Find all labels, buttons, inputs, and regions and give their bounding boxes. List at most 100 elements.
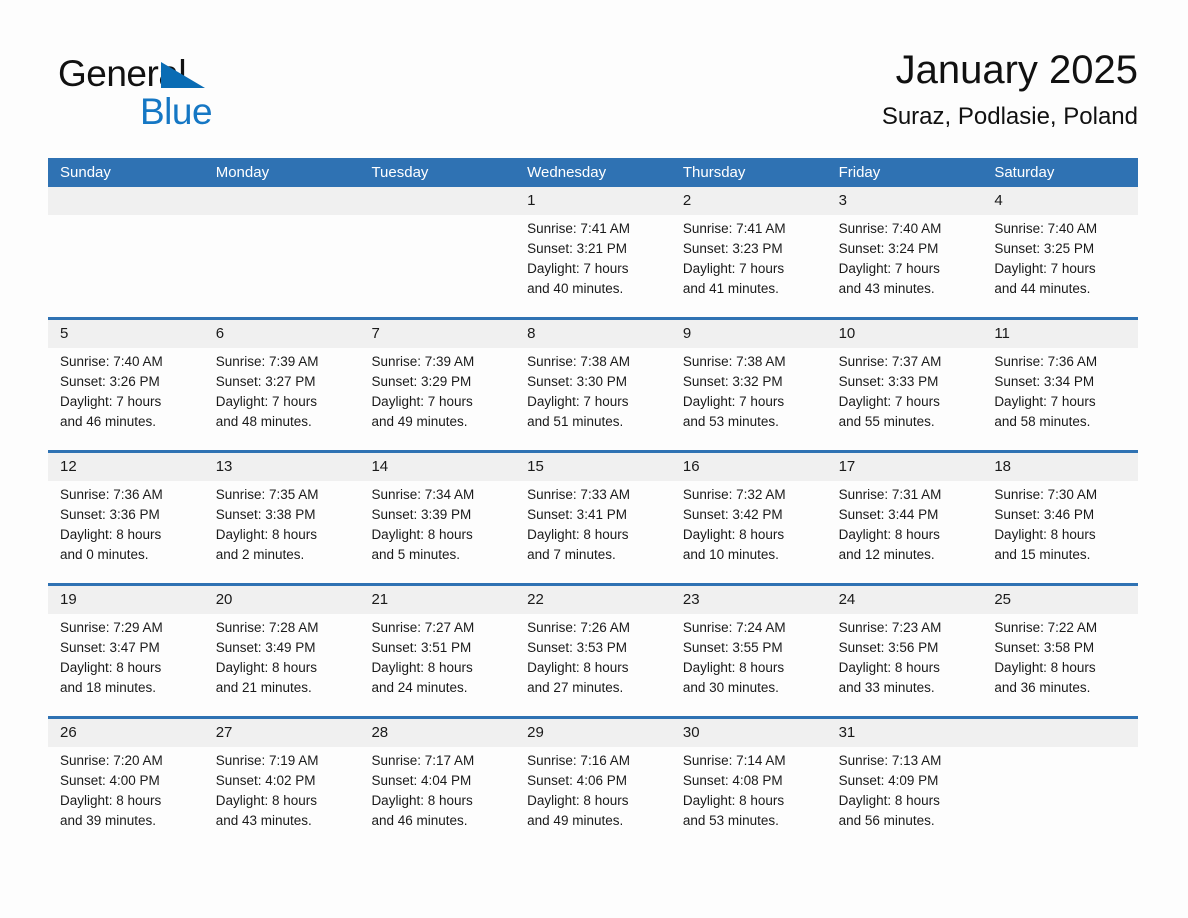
daylight-text-line2: and 53 minutes. — [682, 414, 779, 429]
week-detail-band: Sunrise: 7:29 AM Sunset: 3:47 PM Daylight:… — [48, 614, 1138, 708]
day-number[interactable]: 19 — [48, 586, 204, 614]
day-cell[interactable]: Sunrise: 7:36 AM Sunset: 3:34 PM Daylight:… — [982, 348, 1138, 442]
day-cell[interactable]: Sunrise: 7:40 AM Sunset: 3:26 PM Daylight:… — [48, 348, 204, 442]
day-cell[interactable]: Sunrise: 7:30 AM Sunset: 3:46 PM Daylight:… — [982, 481, 1138, 575]
day-number[interactable]: 31 — [827, 719, 983, 747]
day-number[interactable]: 5 — [48, 320, 204, 348]
day-cell[interactable]: Sunrise: 7:40 AM Sunset: 3:25 PM Daylight:… — [982, 215, 1138, 309]
day-number[interactable]: 12 — [48, 453, 204, 481]
day-number[interactable]: 24 — [827, 586, 983, 614]
daylight-text-line1: Daylight: 7 hours — [838, 261, 940, 276]
daylight-text-line2: and 49 minutes. — [371, 414, 468, 429]
sunrise-text: Sunrise: 7:40 AM — [994, 221, 1098, 236]
sunrise-text: Sunrise: 7:38 AM — [682, 354, 786, 369]
day-cell[interactable]: Sunrise: 7:22 AM Sunset: 3:58 PM Daylight:… — [982, 614, 1138, 708]
weekday-header-friday: Friday — [838, 164, 881, 181]
day-number[interactable]: 21 — [359, 586, 515, 614]
sunset-text: Sunset: 3:41 PM — [527, 507, 627, 522]
day-cell[interactable]: Sunrise: 7:19 AM Sunset: 4:02 PM Daylight:… — [204, 747, 360, 841]
daylight-text-line1: Daylight: 8 hours — [371, 527, 473, 542]
day-number[interactable]: 20 — [204, 586, 360, 614]
day-number[interactable]: 11 — [982, 320, 1138, 348]
day-number[interactable]: 29 — [515, 719, 671, 747]
week-detail-band: Sunrise: 7:40 AM Sunset: 3:26 PM Daylight:… — [48, 348, 1138, 442]
day-number[interactable]: 8 — [515, 320, 671, 348]
day-cell[interactable]: Sunrise: 7:36 AM Sunset: 3:36 PM Daylight:… — [48, 481, 204, 575]
daylight-text-line1: Daylight: 7 hours — [994, 394, 1096, 409]
day-number[interactable]: 27 — [204, 719, 360, 747]
day-number-empty — [982, 719, 1138, 747]
daylight-text-line2: and 12 minutes. — [838, 547, 935, 562]
day-number[interactable]: 16 — [671, 453, 827, 481]
day-cell[interactable]: Sunrise: 7:13 AM Sunset: 4:09 PM Daylight:… — [827, 747, 983, 841]
daylight-text-line1: Daylight: 8 hours — [215, 527, 318, 542]
day-cell[interactable]: Sunrise: 7:37 AM Sunset: 3:33 PM Daylight:… — [827, 348, 983, 442]
day-number[interactable]: 18 — [982, 453, 1138, 481]
day-cell[interactable]: Sunrise: 7:31 AM Sunset: 3:44 PM Daylight:… — [827, 481, 983, 575]
day-cell-empty — [204, 215, 360, 309]
daylight-text-line1: Daylight: 8 hours — [527, 793, 629, 808]
sunset-text: Sunset: 3:38 PM — [215, 507, 316, 522]
day-number[interactable]: 1 — [515, 187, 671, 215]
day-cell[interactable]: Sunrise: 7:41 AM Sunset: 3:23 PM Daylight:… — [671, 215, 827, 309]
day-number[interactable]: 26 — [48, 719, 204, 747]
sunrise-text: Sunrise: 7:23 AM — [838, 620, 942, 635]
daylight-text-line1: Daylight: 7 hours — [527, 261, 629, 276]
day-cell[interactable]: Sunrise: 7:39 AM Sunset: 3:29 PM Daylight:… — [359, 348, 515, 442]
daylight-text-line1: Daylight: 8 hours — [371, 793, 473, 808]
sunset-text: Sunset: 3:32 PM — [682, 374, 783, 389]
day-number[interactable]: 13 — [204, 453, 360, 481]
week-date-band: 12 13 14 15 16 17 18 — [48, 453, 1138, 481]
day-cell[interactable]: Sunrise: 7:41 AM Sunset: 3:21 PM Daylight:… — [515, 215, 671, 309]
day-cell[interactable]: Sunrise: 7:14 AM Sunset: 4:08 PM Daylight:… — [671, 747, 827, 841]
day-cell[interactable]: Sunrise: 7:40 AM Sunset: 3:24 PM Daylight:… — [827, 215, 983, 309]
sunrise-text: Sunrise: 7:37 AM — [838, 354, 942, 369]
day-cell[interactable]: Sunrise: 7:28 AM Sunset: 3:49 PM Daylight:… — [204, 614, 360, 708]
day-cell[interactable]: Sunrise: 7:34 AM Sunset: 3:39 PM Daylight:… — [359, 481, 515, 575]
day-cell[interactable]: Sunrise: 7:27 AM Sunset: 3:51 PM Daylight:… — [359, 614, 515, 708]
day-number[interactable]: 9 — [671, 320, 827, 348]
calendar-table: Sunday Monday Tuesday Wednesday Thursday Frid… — [48, 158, 1138, 841]
day-number[interactable]: 25 — [982, 586, 1138, 614]
day-cell[interactable]: Sunrise: 7:38 AM Sunset: 3:30 PM Daylight:… — [515, 348, 671, 442]
day-number[interactable]: 23 — [671, 586, 827, 614]
daylight-text-line2: and 44 minutes. — [994, 281, 1091, 296]
sunrise-text: Sunrise: 7:19 AM — [215, 753, 319, 768]
day-number[interactable]: 3 — [827, 187, 983, 215]
day-cell[interactable]: Sunrise: 7:20 AM Sunset: 4:00 PM Daylight:… — [48, 747, 204, 841]
sunrise-text: Sunrise: 7:20 AM — [60, 753, 163, 768]
day-number[interactable]: 6 — [204, 320, 360, 348]
daylight-text-line2: and 36 minutes. — [994, 680, 1091, 695]
sunset-text: Sunset: 3:34 PM — [994, 374, 1095, 389]
day-cell[interactable]: Sunrise: 7:35 AM Sunset: 3:38 PM Daylight:… — [204, 481, 360, 575]
day-cell[interactable]: Sunrise: 7:39 AM Sunset: 3:27 PM Daylight:… — [204, 348, 360, 442]
day-number[interactable]: 15 — [515, 453, 671, 481]
daylight-text-line2: and 30 minutes. — [682, 680, 779, 695]
day-cell[interactable]: Sunrise: 7:38 AM Sunset: 3:32 PM Daylight:… — [671, 348, 827, 442]
day-number[interactable]: 22 — [515, 586, 671, 614]
week-detail-band: Sunrise: 7:41 AM Sunset: 3:21 PM Daylight:… — [48, 215, 1138, 309]
day-number[interactable]: 2 — [671, 187, 827, 215]
day-cell[interactable]: Sunrise: 7:16 AM Sunset: 4:06 PM Daylight:… — [515, 747, 671, 841]
day-cell[interactable]: Sunrise: 7:23 AM Sunset: 3:56 PM Daylight:… — [827, 614, 983, 708]
day-number[interactable]: 7 — [359, 320, 515, 348]
day-number[interactable]: 28 — [359, 719, 515, 747]
day-cell[interactable]: Sunrise: 7:32 AM Sunset: 3:42 PM Daylight:… — [671, 481, 827, 575]
sunrise-text: Sunrise: 7:28 AM — [215, 620, 319, 635]
day-number[interactable]: 4 — [982, 187, 1138, 215]
daylight-text-line2: and 15 minutes. — [994, 547, 1091, 562]
daylight-text-line1: Daylight: 7 hours — [60, 394, 162, 409]
day-cell[interactable]: Sunrise: 7:17 AM Sunset: 4:04 PM Daylight:… — [359, 747, 515, 841]
day-number[interactable]: 17 — [827, 453, 983, 481]
daylight-text-line1: Daylight: 8 hours — [682, 793, 785, 808]
day-cell[interactable]: Sunrise: 7:29 AM Sunset: 3:47 PM Daylight:… — [48, 614, 204, 708]
day-cell[interactable]: Sunrise: 7:33 AM Sunset: 3:41 PM Daylight:… — [515, 481, 671, 575]
day-number[interactable]: 30 — [671, 719, 827, 747]
day-cell[interactable]: Sunrise: 7:24 AM Sunset: 3:55 PM Daylight:… — [671, 614, 827, 708]
sunrise-text: Sunrise: 7:41 AM — [682, 221, 786, 236]
day-number[interactable]: 10 — [827, 320, 983, 348]
day-cell[interactable]: Sunrise: 7:26 AM Sunset: 3:53 PM Daylight:… — [515, 614, 671, 708]
daylight-text-line1: Daylight: 7 hours — [527, 394, 629, 409]
daylight-text-line2: and 40 minutes. — [527, 281, 624, 296]
day-number[interactable]: 14 — [359, 453, 515, 481]
